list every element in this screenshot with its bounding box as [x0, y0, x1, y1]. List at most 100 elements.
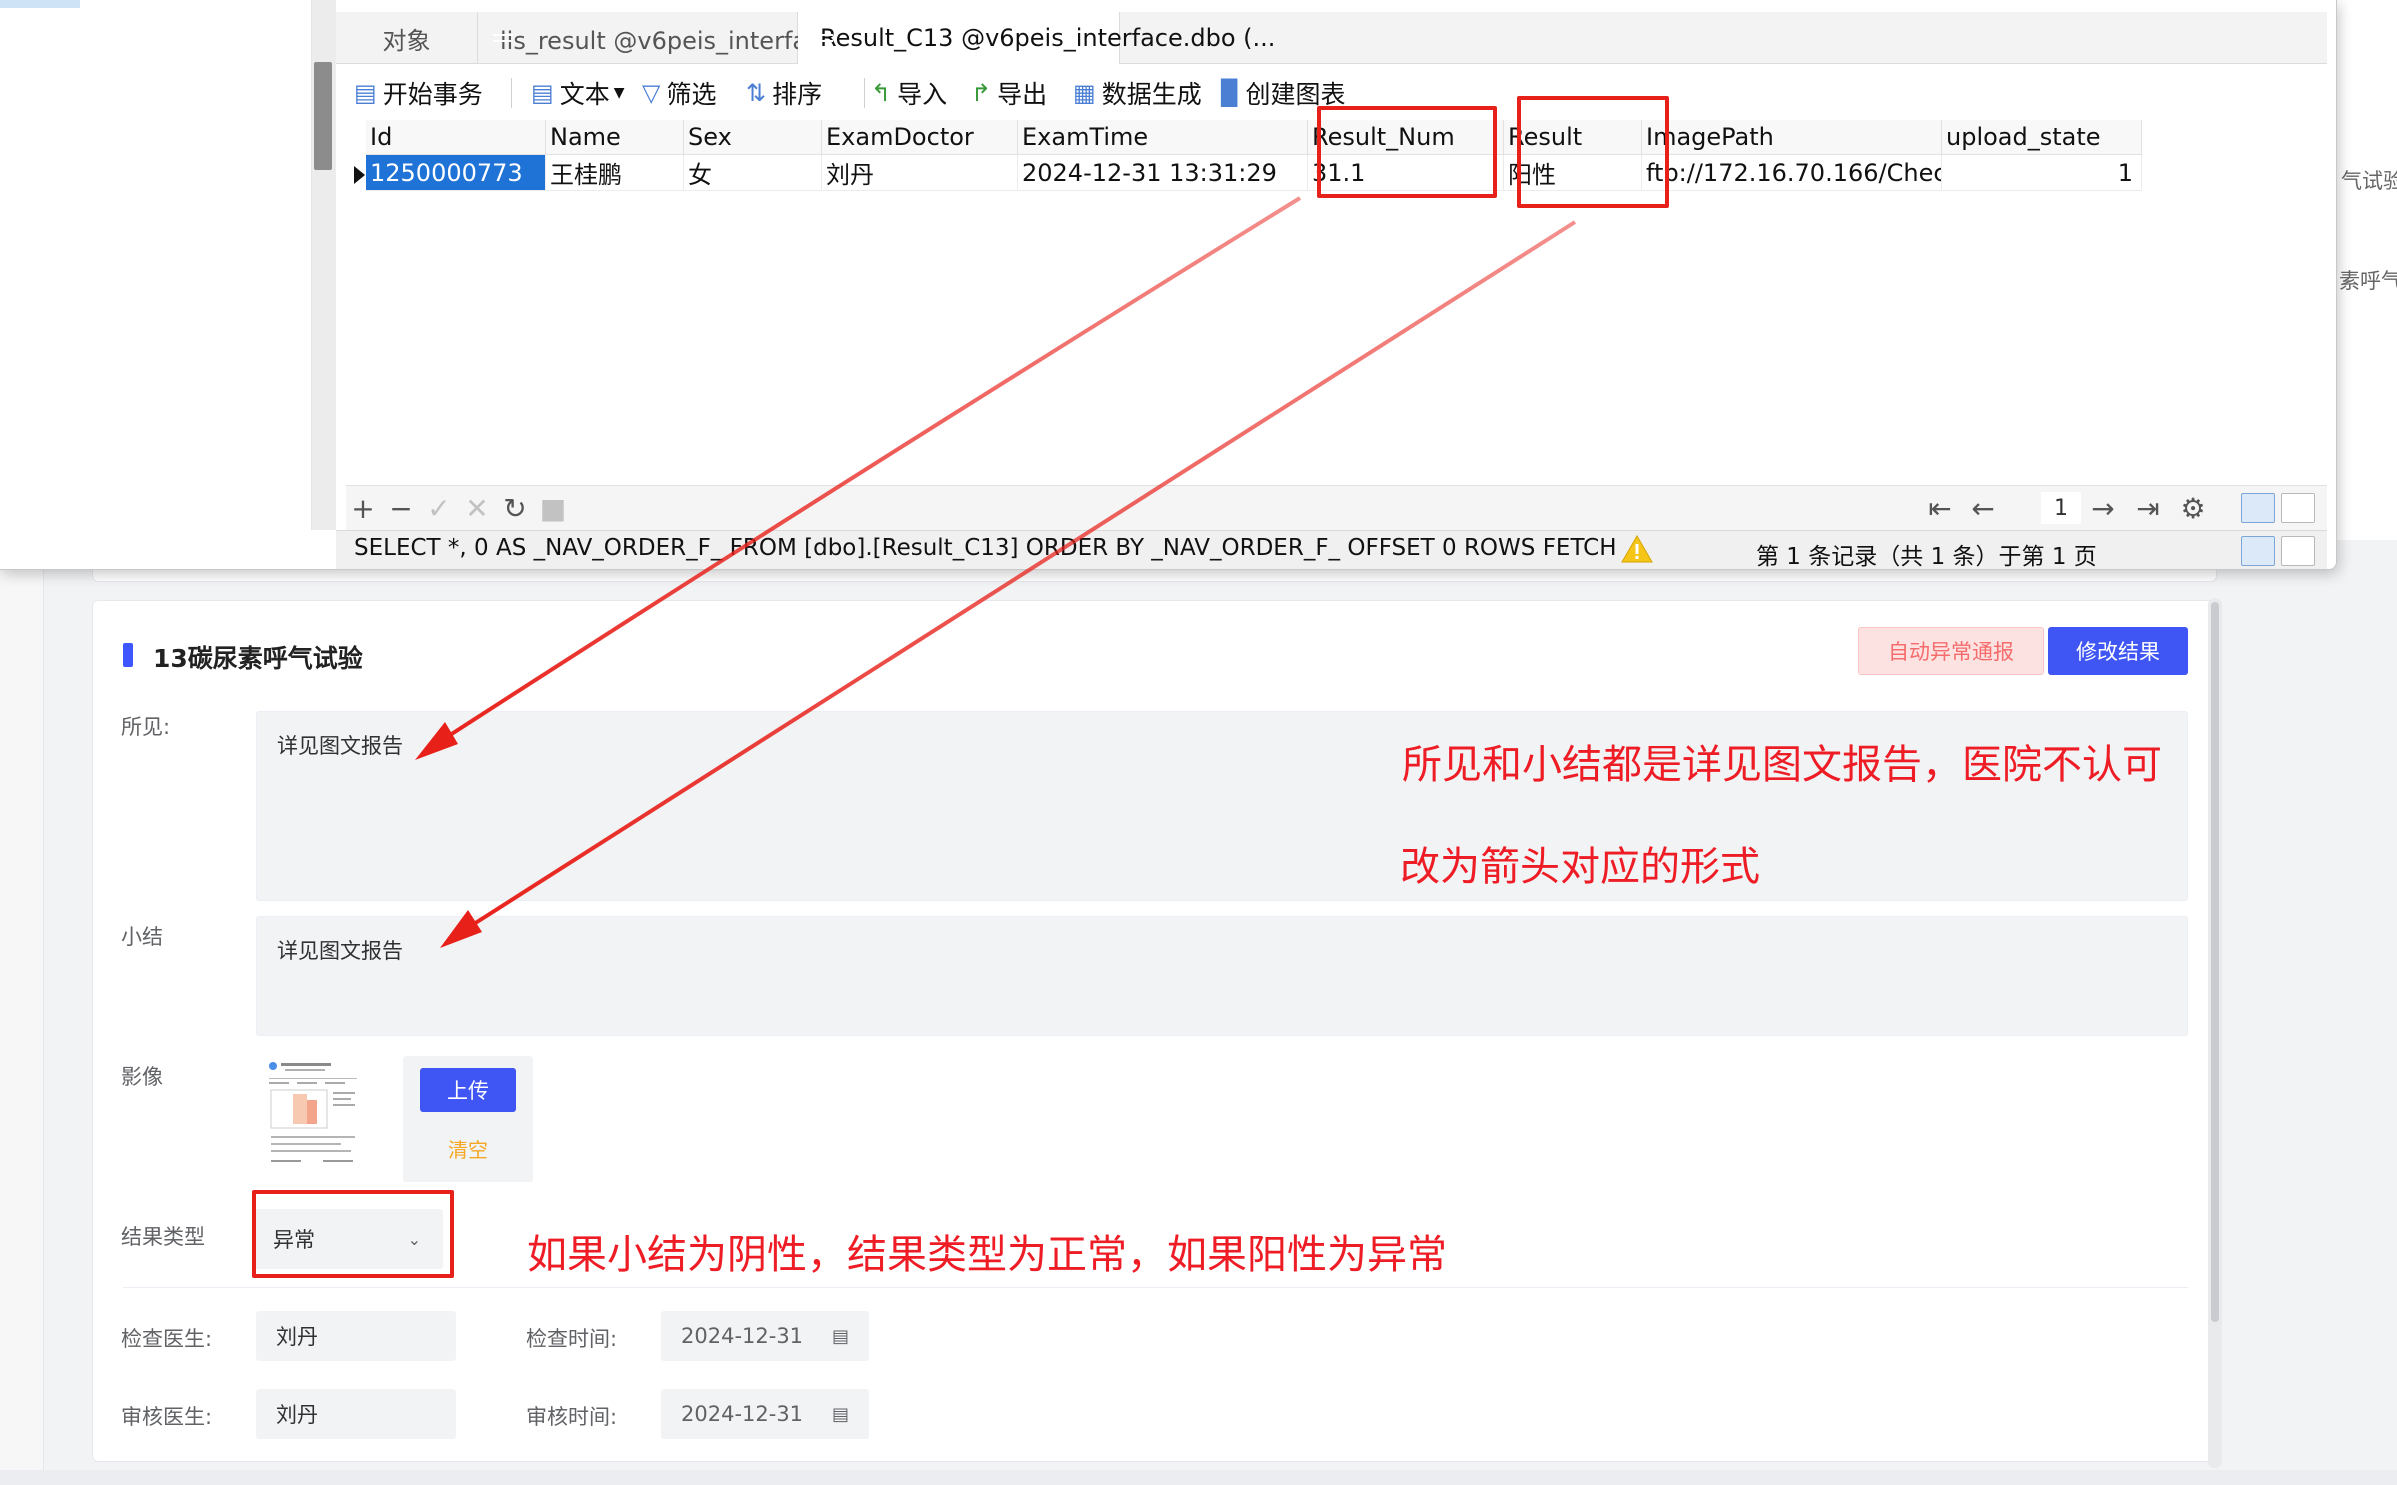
right-panel-toggle-icon[interactable] — [2281, 536, 2315, 566]
import-button[interactable]: ↰ 导入 — [871, 76, 947, 110]
annotation-box-result — [1517, 96, 1669, 208]
warning-icon[interactable] — [1621, 534, 1653, 564]
summary-label: 小结 — [121, 925, 163, 949]
calendar-icon: ▤ — [831, 1325, 849, 1347]
cell-examtime[interactable]: 2024-12-31 13:31:29 — [1018, 155, 1308, 191]
background-page-strip: 气试验 素呼气试 — [2337, 0, 2397, 540]
dropdown-arrow-icon: ▼ — [613, 85, 625, 101]
filter-label: 筛选 — [666, 80, 717, 109]
page-number-input[interactable]: 1 — [2041, 492, 2081, 524]
chart-icon: ▉ — [1221, 79, 1240, 107]
previous-page-icon[interactable]: ← — [1966, 492, 2000, 525]
toolbar-separator — [864, 78, 865, 108]
object-tree-pane — [0, 0, 312, 530]
tree-selection-highlight — [0, 0, 80, 8]
column-header-examdoctor[interactable]: ExamDoctor — [822, 120, 1018, 155]
modify-result-button[interactable]: 修改结果 — [2048, 627, 2188, 675]
exam-time-value: 2024-12-31 — [681, 1324, 804, 1348]
column-header-imagepath[interactable]: ImagePath — [1642, 120, 1942, 155]
cell-sex[interactable]: 女 — [684, 155, 822, 191]
data-generation-button[interactable]: ▦ 数据生成 — [1073, 76, 1202, 110]
delete-record-icon[interactable]: − — [384, 492, 418, 525]
cell-name[interactable]: 王桂鹏 — [546, 155, 684, 191]
annotation-note-1b: 改为箭头对应的形式 — [1400, 844, 1760, 890]
first-page-icon[interactable]: ⇤ — [1923, 492, 1957, 525]
refresh-icon[interactable]: ↻ — [498, 492, 532, 525]
section-accent-bar — [123, 643, 133, 667]
current-row-indicator — [354, 166, 365, 184]
report-image-thumbnail[interactable] — [263, 1056, 363, 1176]
export-button[interactable]: ↱ 导出 — [971, 76, 1047, 110]
add-record-icon[interactable]: + — [346, 492, 380, 525]
tab-objects-label: 对象 — [382, 26, 431, 55]
tab-lis-result[interactable]: lis_result @v6peis_interface.dbo (方... — [478, 12, 952, 64]
column-header-examtime[interactable]: ExamTime — [1018, 120, 1308, 155]
last-page-icon[interactable]: ⇥ — [2131, 492, 2165, 525]
review-doctor-label: 审核医生: — [121, 1405, 213, 1429]
left-panel-toggle-icon[interactable] — [2241, 536, 2275, 566]
review-doctor-input[interactable]: 刘丹 — [256, 1389, 456, 1439]
data-generation-icon: ▦ — [1073, 79, 1096, 107]
sort-button[interactable]: ⇅ 排序 — [746, 76, 822, 110]
column-header-upload-state[interactable]: upload_state — [1942, 120, 2142, 155]
grid-view-icon[interactable] — [2241, 493, 2275, 523]
text-label: 文本 — [559, 80, 610, 109]
exam-doctor-input[interactable]: 刘丹 — [256, 1311, 456, 1361]
exam-doctor-value: 刘丹 — [276, 1325, 318, 1349]
settings-gear-icon[interactable]: ⚙ — [2176, 492, 2210, 525]
text-button[interactable]: ▤ 文本 ▼ — [531, 76, 624, 110]
cell-id[interactable]: 1250000773 — [366, 155, 546, 191]
form-view-icon[interactable] — [2281, 493, 2315, 523]
sort-label: 排序 — [772, 80, 823, 109]
tree-scrollbar-thumb[interactable] — [314, 62, 332, 170]
cell-imagepath[interactable]: ftp://172.16.70.166/Check — [1642, 155, 1942, 191]
summary-text: 详见图文报告 — [277, 939, 403, 963]
begin-transaction-button[interactable]: ▤ 开始事务 — [354, 76, 483, 110]
review-time-date-picker[interactable]: 2024-12-31 ▤ — [661, 1389, 869, 1439]
exam-time-date-picker[interactable]: 2024-12-31 ▤ — [661, 1311, 869, 1361]
result-type-label: 结果类型 — [121, 1225, 205, 1249]
page-bottom-strip — [0, 1470, 2397, 1485]
column-header-id[interactable]: Id — [366, 120, 546, 155]
findings-label: 所见: — [121, 715, 171, 739]
toolbar-separator — [511, 78, 512, 108]
left-gutter — [0, 540, 44, 1485]
filter-icon: ▽ — [642, 79, 661, 107]
stop-icon[interactable]: ■ — [536, 492, 570, 525]
cell-upload-state[interactable]: 1 — [1942, 155, 2142, 191]
summary-textarea[interactable]: 详见图文报告 — [256, 916, 2188, 1036]
auto-abnormal-report-button[interactable]: 自动异常通报 — [1858, 627, 2044, 675]
annotation-box-result-type — [252, 1190, 454, 1278]
tab-result-c13-label: Result_C13 @v6peis_interface.dbo (... — [820, 24, 1276, 52]
begin-transaction-label: 开始事务 — [382, 80, 483, 109]
tab-result-c13[interactable]: Result_C13 @v6peis_interface.dbo (... — [798, 12, 1275, 64]
discard-changes-icon[interactable]: ✕ — [460, 492, 494, 525]
database-icon: ▤ — [354, 79, 377, 107]
apply-changes-icon[interactable]: ✓ — [422, 492, 456, 525]
divider — [123, 1287, 2188, 1288]
tab-objects[interactable]: 对象 — [336, 12, 478, 64]
image-label: 影像 — [121, 1065, 163, 1089]
review-time-label: 审核时间: — [526, 1405, 618, 1429]
exam-doctor-label: 检查医生: — [121, 1327, 213, 1351]
create-chart-button[interactable]: ▉ 创建图表 — [1221, 76, 1345, 110]
page-scrollbar-thumb[interactable] — [2211, 602, 2219, 1322]
background-text-2: 素呼气试 — [2339, 269, 2397, 293]
filter-button[interactable]: ▽ 筛选 — [642, 76, 716, 110]
next-page-icon[interactable]: → — [2086, 492, 2120, 525]
export-label: 导出 — [997, 80, 1048, 109]
cell-examdoctor[interactable]: 刘丹 — [822, 155, 1018, 191]
column-header-sex[interactable]: Sex — [684, 120, 822, 155]
data-generation-label: 数据生成 — [1101, 80, 1202, 109]
sql-query-text: SELECT *, 0 AS _NAV_ORDER_F_ FROM [dbo].… — [354, 535, 1617, 561]
clear-button[interactable]: 清空 — [420, 1130, 516, 1166]
exam-card: 13碳尿素呼气试验 自动异常通报 修改结果 所见: 详见图文报告 小结 详见图文… — [92, 600, 2217, 1462]
section-title: 13碳尿素呼气试验 — [153, 644, 363, 673]
upload-panel: 上传 清空 — [403, 1056, 533, 1182]
sort-icon: ⇅ — [746, 79, 767, 107]
upload-button[interactable]: 上传 — [420, 1068, 516, 1112]
column-header-name[interactable]: Name — [546, 120, 684, 155]
calendar-icon: ▤ — [831, 1403, 849, 1425]
annotation-note-2: 如果小结为阴性，结果类型为正常，如果阳性为异常 — [527, 1232, 1447, 1278]
background-text-1: 气试验 — [2341, 169, 2397, 193]
